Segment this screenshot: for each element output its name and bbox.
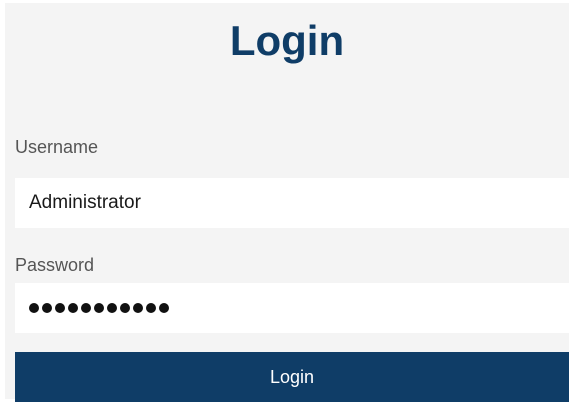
password-label: Password (15, 255, 95, 275)
password-input[interactable] (15, 283, 569, 333)
login-panel: Login Username Password Login (5, 3, 569, 402)
username-input[interactable] (15, 178, 569, 228)
username-label: Username (15, 137, 99, 157)
login-title: Login (229, 17, 345, 64)
login-button[interactable]: Login (15, 352, 569, 402)
